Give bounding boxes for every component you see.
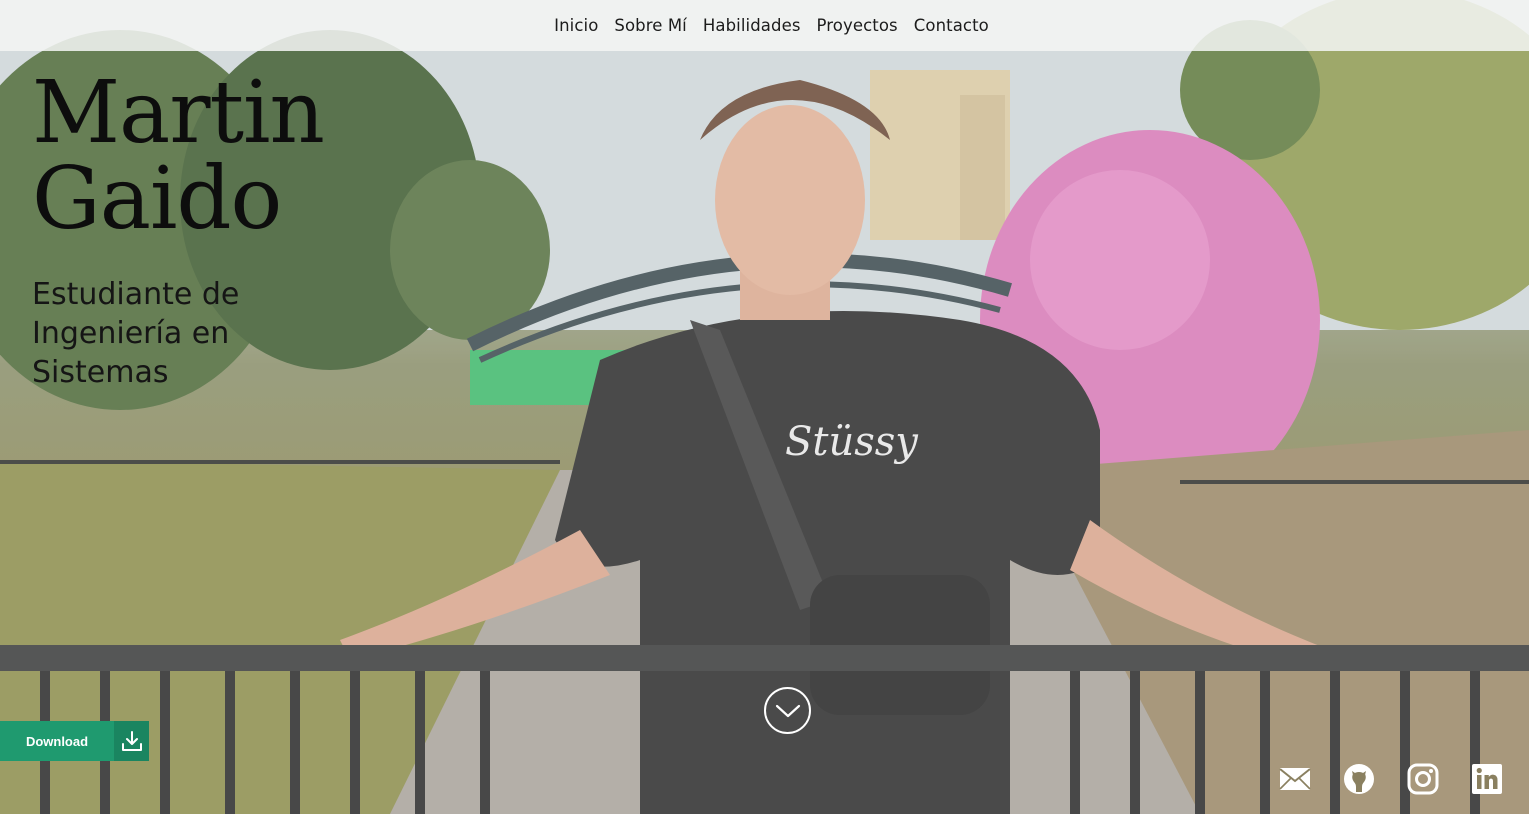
nav-link-contacto[interactable]: Contacto [914, 16, 989, 35]
envelope-icon [1279, 768, 1311, 790]
download-cv-button[interactable]: Download [0, 721, 149, 761]
instagram-link[interactable] [1406, 762, 1440, 796]
email-link[interactable] [1278, 762, 1312, 796]
download-icon [114, 721, 149, 761]
nav-link-proyectos[interactable]: Proyectos [817, 16, 898, 35]
hero-name-last: Gaido [32, 149, 282, 249]
nav-link-inicio[interactable]: Inicio [554, 16, 598, 35]
hero-name: Martin Gaido [32, 63, 325, 249]
top-navbar: Inicio Sobre Mí Habilidades Proyectos Co… [0, 0, 1529, 51]
hero-subtitle: Estudiante de Ingeniería en Sistemas [32, 277, 240, 390]
download-label: Download [25, 733, 89, 749]
nav-link-habilidades[interactable]: Habilidades [703, 16, 801, 35]
github-link[interactable] [1342, 762, 1376, 796]
chevron-down-icon [775, 704, 800, 717]
linkedin-icon [1472, 764, 1502, 794]
scroll-down-button[interactable] [764, 687, 811, 734]
social-links [1278, 762, 1504, 796]
hero-name-first: Martin [32, 63, 325, 163]
nav-link-sobre-mi[interactable]: Sobre Mí [614, 16, 686, 35]
instagram-icon [1407, 763, 1439, 795]
linkedin-link[interactable] [1470, 762, 1504, 796]
github-icon [1344, 764, 1374, 794]
